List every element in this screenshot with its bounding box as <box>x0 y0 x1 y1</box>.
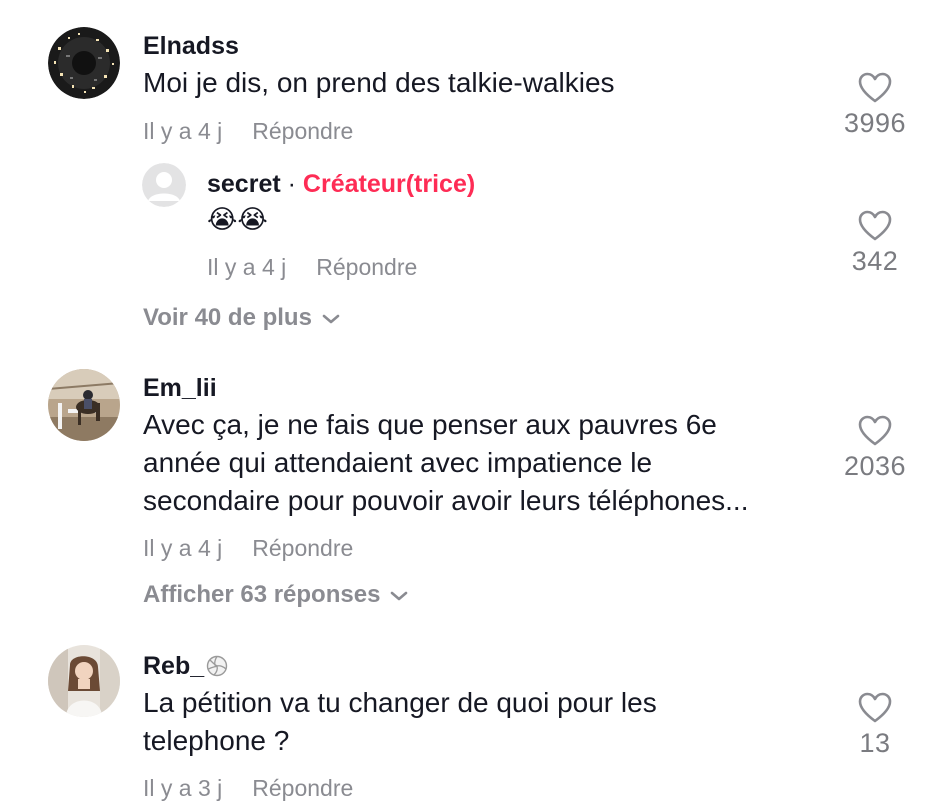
comment-text-line: année qui attendaient avec impatience le <box>143 447 653 478</box>
like-button[interactable]: 13 <box>830 692 920 759</box>
avatar[interactable] <box>48 645 120 717</box>
comment-time: Il y a 3 j <box>143 775 223 801</box>
comment-username[interactable]: Elnadss <box>143 32 239 61</box>
comment-time: Il y a 4 j <box>143 118 223 144</box>
comment-text-line: telephone ? <box>143 725 290 756</box>
like-button[interactable]: 342 <box>830 210 920 277</box>
comment-text-line: Avec ça, je ne fais que penser aux pauvr… <box>143 409 717 440</box>
comment-username-text[interactable]: Reb_ <box>143 652 204 680</box>
heart-icon <box>858 415 892 446</box>
avatar[interactable] <box>142 163 186 207</box>
avatar[interactable] <box>48 369 120 441</box>
reply-text: 😭😭 <box>207 204 268 234</box>
comment-time: Il y a 4 j <box>143 535 223 561</box>
view-more-replies-button[interactable]: Voir 40 de plus <box>143 304 340 332</box>
reply-button[interactable]: Répondre <box>252 535 353 561</box>
comment-meta: Il y a 4 j Répondre <box>143 535 353 562</box>
like-count: 2036 <box>843 451 907 481</box>
volleyball-icon <box>206 655 228 677</box>
reply-button[interactable]: Répondre <box>252 118 353 144</box>
avatar[interactable] <box>48 27 120 99</box>
reply-button[interactable]: Répondre <box>252 775 353 801</box>
like-count: 342 <box>851 246 899 276</box>
like-button[interactable]: 2036 <box>830 415 920 482</box>
comment-username[interactable]: Em_lii <box>143 374 217 403</box>
reply-button[interactable]: Répondre <box>316 254 417 280</box>
view-more-label: Voir 40 de plus <box>143 304 312 331</box>
comment-text-line: secondaire pour pouvoir avoir leurs télé… <box>143 485 749 516</box>
creator-badge: Créateur(trice) <box>302 170 476 198</box>
comment-meta: Il y a 4 j Répondre <box>143 118 353 145</box>
show-replies-label: Afficher 63 réponses <box>143 581 381 608</box>
comment-text-line: La pétition va tu changer de quoi pour l… <box>143 687 657 718</box>
comment-text: Moi je dis, on prend des talkie-walkies <box>143 67 615 98</box>
show-replies-button[interactable]: Afficher 63 réponses <box>143 581 408 609</box>
like-button[interactable]: 3996 <box>830 72 920 139</box>
reply-username[interactable]: secret · Créateur(trice) <box>207 170 475 199</box>
comment-username[interactable]: Reb_ <box>143 652 228 681</box>
separator: · <box>287 170 296 198</box>
comment-text: Avec ça, je ne fais que penser aux pauvr… <box>143 406 748 520</box>
heart-icon <box>858 692 892 723</box>
heart-icon <box>858 210 892 241</box>
chevron-down-icon <box>322 314 340 323</box>
reply-meta: Il y a 4 j Répondre <box>207 254 417 281</box>
comment-text: La pétition va tu changer de quoi pour l… <box>143 684 657 760</box>
like-count: 13 <box>859 728 891 758</box>
like-count: 3996 <box>843 108 907 138</box>
comment-meta: Il y a 3 j Répondre <box>143 775 353 802</box>
reply-time: Il y a 4 j <box>207 254 287 280</box>
heart-icon <box>858 72 892 103</box>
chevron-down-icon <box>391 591 408 600</box>
reply-username-text[interactable]: secret <box>207 170 281 198</box>
